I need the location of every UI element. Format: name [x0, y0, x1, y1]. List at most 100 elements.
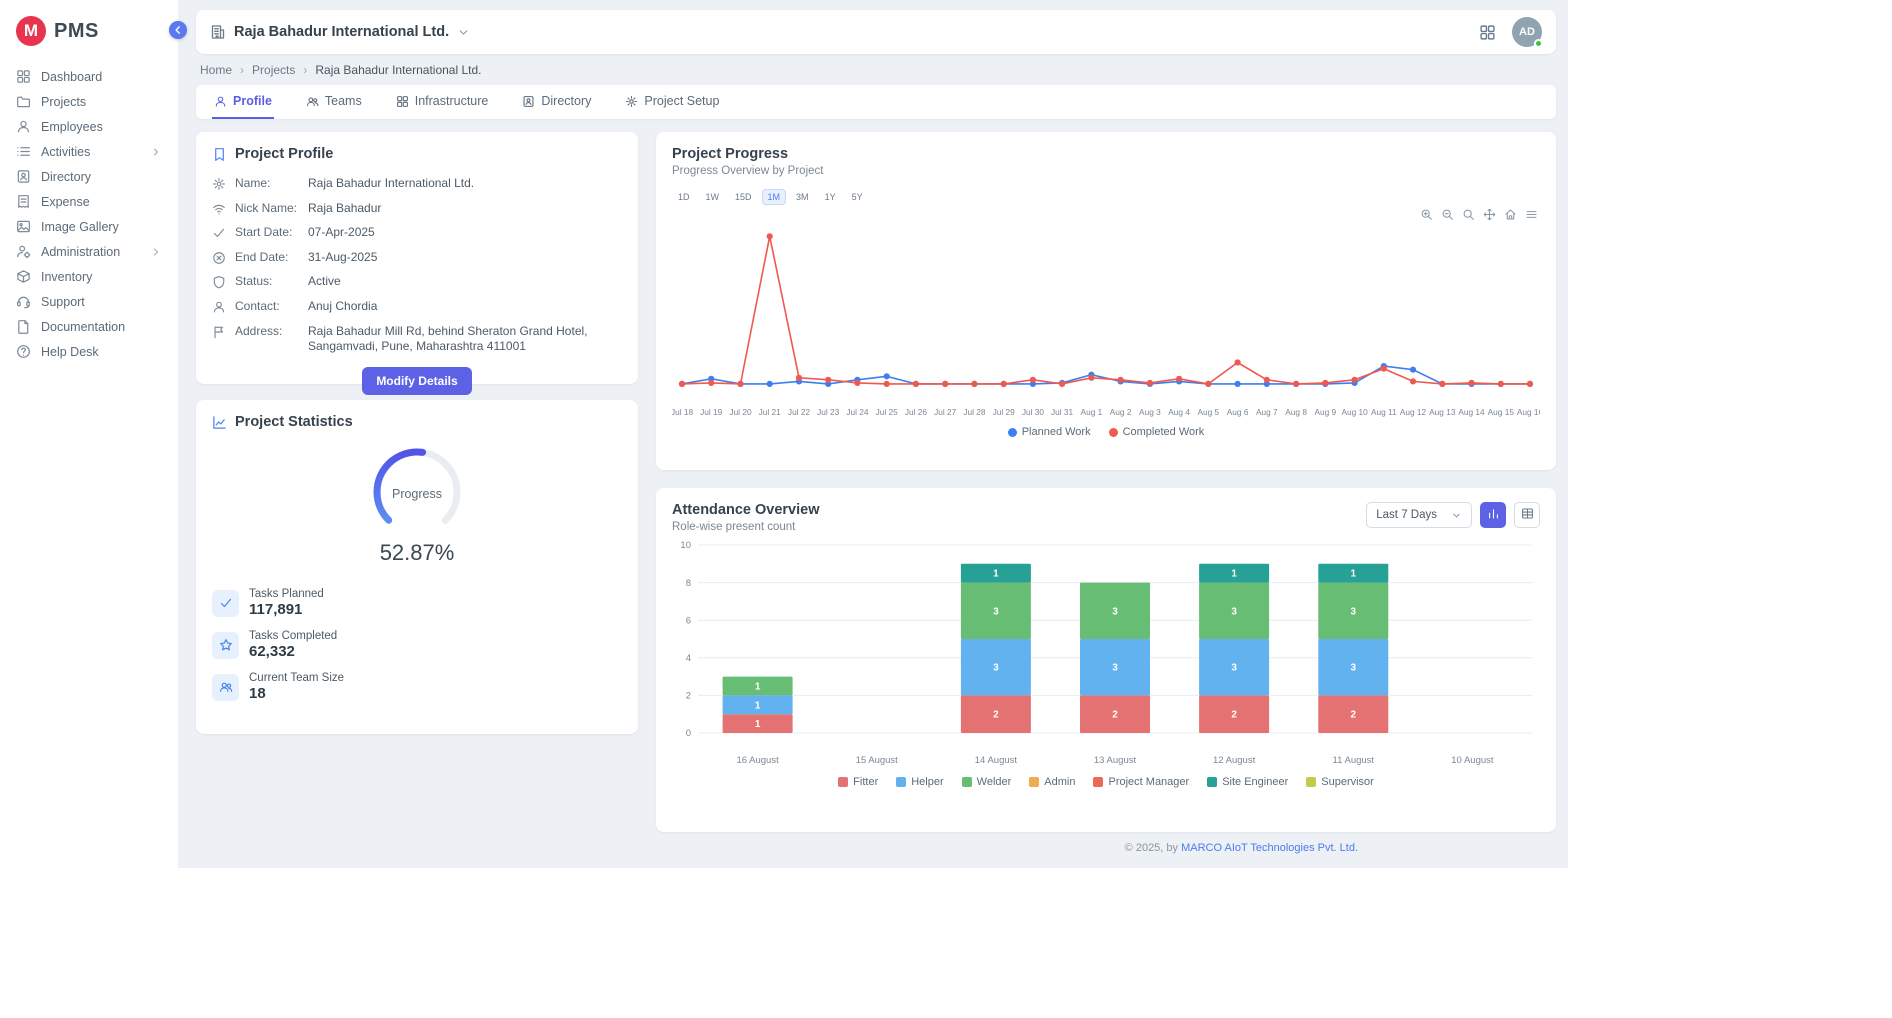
svg-text:11 August: 11 August [1333, 755, 1375, 766]
range-button-3m[interactable]: 3M [790, 189, 815, 205]
legend-swatch [896, 777, 906, 787]
tab-project-setup[interactable]: Project Setup [623, 85, 721, 119]
bar-view-button[interactable] [1480, 502, 1506, 528]
range-button-1d[interactable]: 1D [672, 189, 696, 205]
svg-text:3: 3 [1112, 606, 1118, 617]
user-avatar[interactable]: AD [1512, 17, 1542, 47]
svg-text:0: 0 [686, 728, 691, 739]
app-logo[interactable]: M PMS [0, 12, 178, 64]
stat-label: Tasks Completed [249, 630, 337, 642]
range-button-5y[interactable]: 5Y [846, 189, 869, 205]
legend-label: Welder [977, 776, 1012, 788]
left-column: Project Profile Name:Raja Bahadur Intern… [196, 132, 638, 832]
legend-welder[interactable]: Welder [962, 776, 1012, 788]
range-button-15d[interactable]: 15D [729, 189, 758, 205]
modify-details-button[interactable]: Modify Details [362, 367, 471, 395]
search-icon[interactable] [1462, 208, 1475, 221]
attendance-card-title: Attendance Overview [672, 502, 819, 518]
legend-swatch [1109, 428, 1118, 437]
statistics-card-title: Project Statistics [235, 414, 353, 430]
sidebar-item-administration[interactable]: Administration [0, 239, 178, 264]
sidebar-item-label: Image Gallery [41, 220, 119, 234]
svg-text:Jul 21: Jul 21 [759, 407, 782, 417]
attendance-bar-chart[interactable]: 024681011116 August15 August233114 Augus… [672, 535, 1540, 774]
svg-text:Jul 18: Jul 18 [672, 407, 693, 417]
legend-planned-work[interactable]: Planned Work [1008, 426, 1091, 438]
footer-link[interactable]: MARCO AIoT Technologies Pvt. Ltd. [1181, 842, 1358, 854]
svg-text:Aug 4: Aug 4 [1168, 407, 1190, 417]
legend-label: Admin [1044, 776, 1075, 788]
svg-text:8: 8 [686, 578, 691, 589]
breadcrumb-item-home[interactable]: Home [200, 63, 232, 77]
sidebar-item-help-desk[interactable]: Help Desk [0, 339, 178, 364]
pan-icon[interactable] [1483, 208, 1496, 221]
svg-text:6: 6 [686, 615, 691, 626]
projects-icon [16, 94, 31, 109]
sidebar-item-support[interactable]: Support [0, 289, 178, 314]
svg-text:Jul 24: Jul 24 [846, 407, 869, 417]
legend-swatch [962, 777, 972, 787]
legend-helper[interactable]: Helper [896, 776, 943, 788]
svg-text:2: 2 [686, 691, 691, 702]
tab-label: Teams [325, 94, 362, 108]
legend-swatch [1093, 777, 1103, 787]
gauge-value: 52.87% [380, 540, 455, 566]
project-profile-card: Project Profile Name:Raja Bahadur Intern… [196, 132, 638, 384]
building-icon [210, 24, 226, 40]
legend-site-engineer[interactable]: Site Engineer [1207, 776, 1288, 788]
zoom-out-icon[interactable] [1441, 208, 1454, 221]
logo-icon: M [16, 16, 46, 46]
sidebar-collapse-button[interactable] [169, 21, 187, 39]
breadcrumb: Home›Projects›Raja Bahadur International… [200, 63, 1552, 77]
legend-supervisor[interactable]: Supervisor [1306, 776, 1374, 788]
legend-fitter[interactable]: Fitter [838, 776, 878, 788]
signal-icon [212, 202, 226, 216]
sidebar-item-expense[interactable]: Expense [0, 189, 178, 214]
sidebar: M PMS DashboardProjectsEmployeesActiviti… [0, 0, 178, 1018]
table-view-button[interactable] [1514, 502, 1540, 528]
sidebar-item-projects[interactable]: Projects [0, 89, 178, 114]
svg-text:Jul 19: Jul 19 [700, 407, 723, 417]
legend-label: Project Manager [1108, 776, 1189, 788]
attendance-card-subtitle: Role-wise present count [672, 521, 819, 533]
tab-label: Profile [233, 94, 272, 108]
legend-admin[interactable]: Admin [1029, 776, 1075, 788]
legend-completed-work[interactable]: Completed Work [1109, 426, 1205, 438]
menu-icon[interactable] [1525, 208, 1538, 221]
dashboard-icon [16, 69, 31, 84]
range-button-1y[interactable]: 1Y [819, 189, 842, 205]
apps-grid-icon[interactable] [1479, 24, 1496, 41]
stat-tasks-completed: Tasks Completed62,332 [212, 630, 622, 660]
range-button-1w[interactable]: 1W [700, 189, 726, 205]
svg-text:1: 1 [1351, 569, 1357, 580]
shield-icon [212, 275, 226, 289]
legend-label: Completed Work [1123, 426, 1205, 438]
tabs-bar: Profile Teams Infrastructure Directory Proje… [196, 85, 1556, 119]
breadcrumb-item-projects[interactable]: Projects [252, 63, 295, 77]
support-icon [16, 294, 31, 309]
sidebar-item-directory[interactable]: Directory [0, 164, 178, 189]
sidebar-item-dashboard[interactable]: Dashboard [0, 64, 178, 89]
sidebar-item-inventory[interactable]: Inventory [0, 264, 178, 289]
home-icon[interactable] [1504, 208, 1517, 221]
breadcrumb-separator: › [303, 63, 307, 77]
sidebar-item-employees[interactable]: Employees [0, 114, 178, 139]
star-icon [212, 632, 239, 659]
range-button-1m[interactable]: 1M [762, 189, 787, 205]
legend-project-manager[interactable]: Project Manager [1093, 776, 1189, 788]
tab-profile[interactable]: Profile [212, 85, 274, 119]
sidebar-item-documentation[interactable]: Documentation [0, 314, 178, 339]
sidebar-item-image-gallery[interactable]: Image Gallery [0, 214, 178, 239]
zoom-in-icon[interactable] [1420, 208, 1433, 221]
tab-teams[interactable]: Teams [304, 85, 364, 119]
days-filter-select[interactable]: Last 7 Days [1366, 502, 1472, 528]
right-column: Project Progress Progress Overview by Pr… [656, 132, 1556, 832]
progress-line-chart[interactable]: Jul 18Jul 19Jul 20Jul 21Jul 22Jul 23Jul … [672, 207, 1540, 424]
tab-infrastructure[interactable]: Infrastructure [394, 85, 491, 119]
chevron-down-icon [457, 26, 470, 39]
sidebar-item-activities[interactable]: Activities [0, 139, 178, 164]
legend-swatch [1207, 777, 1217, 787]
progress-gauge: Progress 52.87% [212, 438, 622, 566]
company-selector[interactable]: Raja Bahadur International Ltd. [210, 24, 470, 40]
tab-directory[interactable]: Directory [520, 85, 593, 119]
